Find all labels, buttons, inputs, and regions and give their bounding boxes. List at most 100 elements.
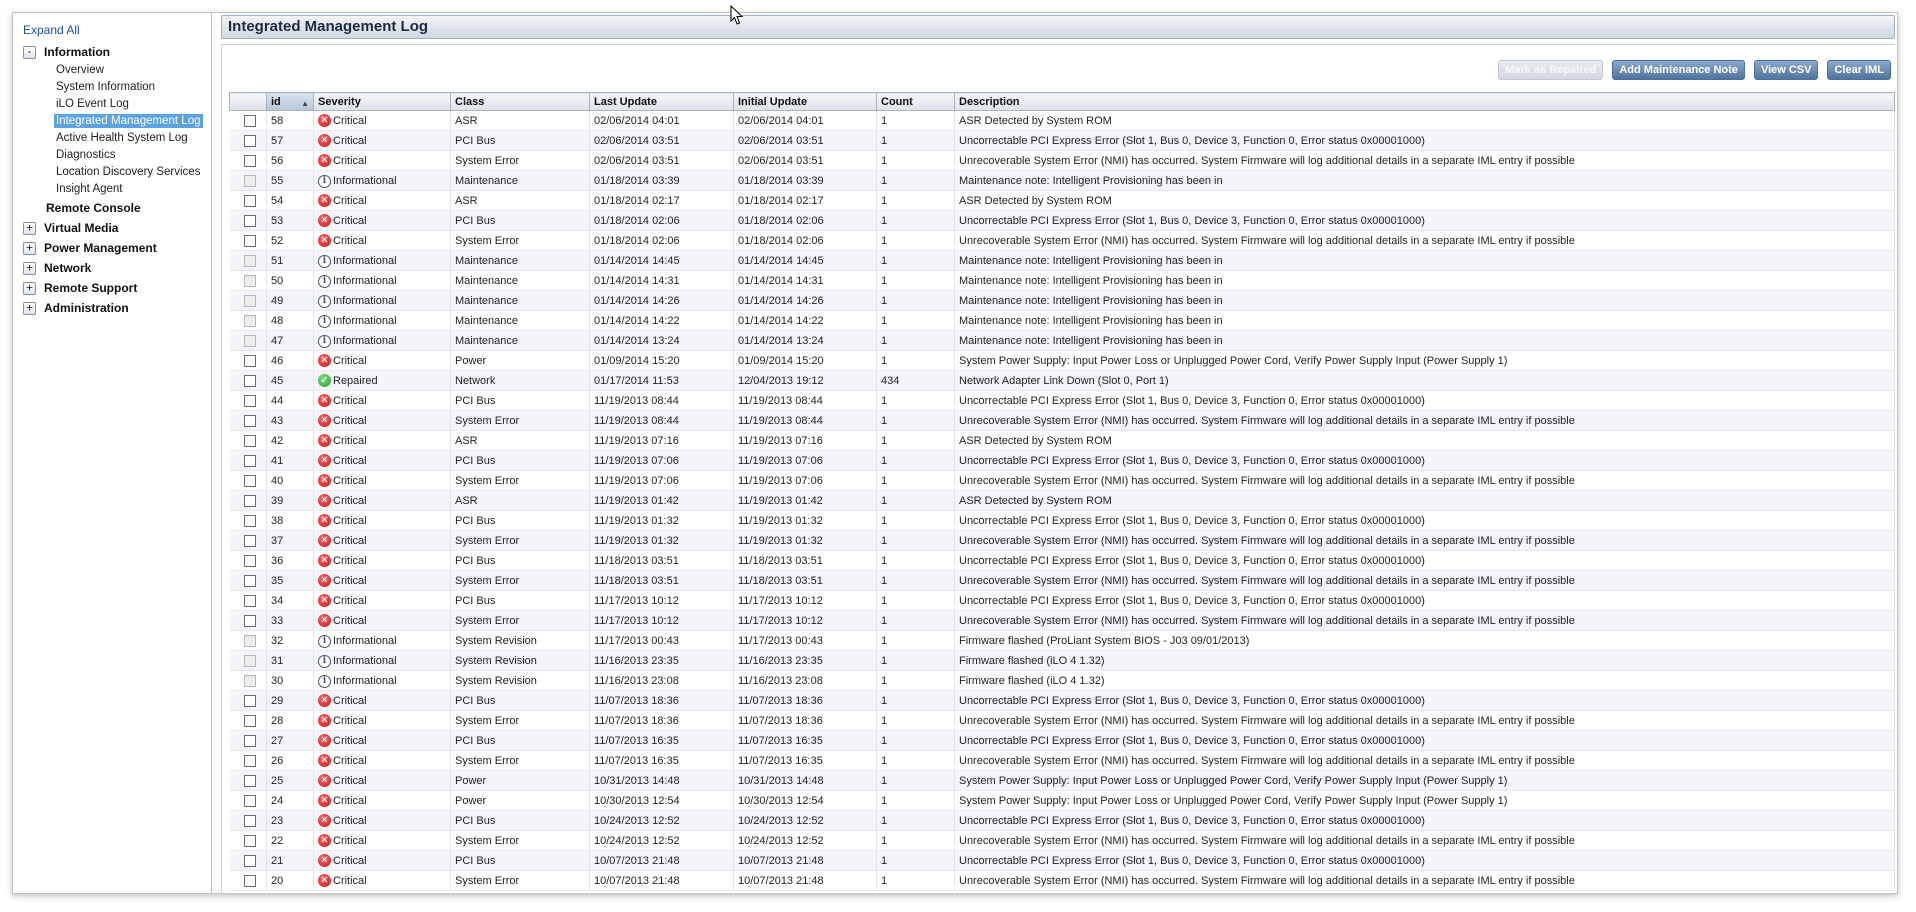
row-checkbox[interactable] bbox=[243, 554, 256, 567]
row-checkbox[interactable] bbox=[243, 574, 256, 587]
row-checkbox[interactable] bbox=[243, 114, 256, 127]
table-row[interactable]: 39 ✕ Critical ASR 11/19/2013 01:42 11/19/2013… bbox=[229, 490, 1895, 511]
row-checkbox[interactable] bbox=[243, 214, 256, 227]
row-checkbox[interactable] bbox=[243, 854, 256, 867]
row-checkbox[interactable] bbox=[243, 834, 256, 847]
row-checkbox[interactable] bbox=[243, 474, 256, 487]
column-header-id[interactable]: id ▲ bbox=[266, 92, 314, 111]
collapse-icon[interactable]: - bbox=[23, 45, 36, 59]
table-row[interactable]: 29 ✕ Critical PCI Bus 11/07/2013 18:36 11/07/… bbox=[229, 690, 1895, 711]
expand-icon[interactable]: + bbox=[23, 261, 36, 275]
table-row[interactable]: 44 ✕ Critical PCI Bus 11/19/2013 08:44 11/19/… bbox=[229, 390, 1895, 411]
table-row[interactable]: 42 ✕ Critical ASR 11/19/2013 07:16 11/19/2013… bbox=[229, 430, 1895, 451]
row-checkbox[interactable] bbox=[243, 374, 256, 387]
table-row[interactable]: 37 ✕ Critical System Error 11/19/2013 01:32 1… bbox=[229, 530, 1895, 551]
table-row[interactable]: 57 ✕ Critical PCI Bus 02/06/2014 03:51 02/06/… bbox=[229, 130, 1895, 151]
table-row[interactable]: 24 ✕ Critical Power 10/30/2013 12:54 10/30/20… bbox=[229, 790, 1895, 811]
nav-section-information[interactable]: - Information bbox=[13, 42, 211, 62]
table-row[interactable]: 20 ✕ Critical System Error 10/07/2013 21:48 1… bbox=[229, 870, 1895, 891]
sidebar-item-ilo-event-log[interactable]: iLO Event Log bbox=[13, 96, 211, 113]
sidebar-item-diagnostics[interactable]: Diagnostics bbox=[13, 147, 211, 164]
table-row[interactable]: 52 ✕ Critical System Error 01/18/2014 02:06 0… bbox=[229, 230, 1895, 251]
row-checkbox[interactable] bbox=[243, 734, 256, 747]
nav-section-virtual-media[interactable]: + Virtual Media bbox=[13, 218, 211, 238]
row-checkbox[interactable] bbox=[243, 454, 256, 467]
column-header-count[interactable]: Count bbox=[876, 92, 955, 111]
clear-iml-button[interactable]: Clear IML bbox=[1827, 60, 1891, 80]
table-row[interactable]: 22 ✕ Critical System Error 10/24/2013 12:52 1… bbox=[229, 830, 1895, 851]
row-checkbox[interactable] bbox=[243, 514, 256, 527]
row-checkbox[interactable] bbox=[243, 694, 256, 707]
table-row[interactable]: 25 ✕ Critical Power 10/31/2013 14:48 10/31/20… bbox=[229, 770, 1895, 791]
expand-all-link[interactable]: Expand All bbox=[23, 23, 211, 37]
expand-icon[interactable]: + bbox=[23, 281, 36, 295]
row-checkbox[interactable] bbox=[243, 794, 256, 807]
expand-icon[interactable]: + bbox=[23, 301, 36, 315]
table-row[interactable]: 21 ✕ Critical PCI Bus 10/07/2013 21:48 10/07/… bbox=[229, 850, 1895, 871]
table-row[interactable]: 31 i Informational System Revision 11/16/201… bbox=[229, 650, 1895, 671]
table-row[interactable]: 58 ✕ Critical ASR 02/06/2014 04:01 02/06/2014… bbox=[229, 110, 1895, 131]
column-header-last-update[interactable]: Last Update bbox=[589, 92, 734, 111]
table-row[interactable]: 40 ✕ Critical System Error 11/19/2013 07:06 1… bbox=[229, 470, 1895, 491]
sidebar-item-active-health-system-log[interactable]: Active Health System Log bbox=[13, 130, 211, 147]
row-checkbox[interactable] bbox=[243, 134, 256, 147]
table-row[interactable]: 23 ✕ Critical PCI Bus 10/24/2013 12:52 10/24/… bbox=[229, 810, 1895, 831]
table-row[interactable]: 56 ✕ Critical System Error 02/06/2014 03:51 0… bbox=[229, 150, 1895, 171]
nav-section-administration[interactable]: + Administration bbox=[13, 298, 211, 318]
sidebar-item-overview[interactable]: Overview bbox=[13, 62, 211, 79]
table-row[interactable]: 33 ✕ Critical System Error 11/17/2013 10:12 1… bbox=[229, 610, 1895, 631]
table-row[interactable]: 46 ✕ Critical Power 01/09/2014 15:20 01/09/20… bbox=[229, 350, 1895, 371]
table-row[interactable]: 36 ✕ Critical PCI Bus 11/18/2013 03:51 11/18/… bbox=[229, 550, 1895, 571]
table-row[interactable]: 55 i Informational Maintenance 01/18/2014 03… bbox=[229, 170, 1895, 191]
add-maintenance-note-button[interactable]: Add Maintenance Note bbox=[1612, 60, 1745, 80]
row-checkbox[interactable] bbox=[243, 534, 256, 547]
table-row[interactable]: 41 ✕ Critical PCI Bus 11/19/2013 07:06 11/19/… bbox=[229, 450, 1895, 471]
table-row[interactable]: 28 ✕ Critical System Error 11/07/2013 18:36 1… bbox=[229, 710, 1895, 731]
row-checkbox[interactable] bbox=[243, 614, 256, 627]
sidebar-item-system-information[interactable]: System Information bbox=[13, 79, 211, 96]
expand-icon[interactable]: + bbox=[23, 221, 36, 235]
sidebar-item-insight-agent[interactable]: Insight Agent bbox=[13, 181, 211, 198]
row-checkbox[interactable] bbox=[243, 594, 256, 607]
table-row[interactable]: 51 i Informational Maintenance 01/14/2014 14… bbox=[229, 250, 1895, 271]
table-row[interactable]: 49 i Informational Maintenance 01/14/2014 14… bbox=[229, 290, 1895, 311]
table-row[interactable]: 54 ✕ Critical ASR 01/18/2014 02:17 01/18/2014… bbox=[229, 190, 1895, 211]
table-row[interactable]: 43 ✕ Critical System Error 11/19/2013 08:44 1… bbox=[229, 410, 1895, 431]
table-row[interactable]: 45 ✓ Repaired Network 01/17/2014 11:53 12/04/… bbox=[229, 370, 1895, 391]
expand-icon[interactable]: + bbox=[23, 241, 36, 255]
table-row[interactable]: 38 ✕ Critical PCI Bus 11/19/2013 01:32 11/19/… bbox=[229, 510, 1895, 531]
column-header-initial-update[interactable]: Initial Update bbox=[733, 92, 877, 111]
table-row[interactable]: 47 i Informational Maintenance 01/14/2014 13… bbox=[229, 330, 1895, 351]
row-checkbox[interactable] bbox=[243, 354, 256, 367]
row-checkbox[interactable] bbox=[243, 774, 256, 787]
row-checkbox[interactable] bbox=[243, 394, 256, 407]
nav-section-power-management[interactable]: + Power Management bbox=[13, 238, 211, 258]
row-checkbox[interactable] bbox=[243, 754, 256, 767]
row-checkbox[interactable] bbox=[243, 494, 256, 507]
row-checkbox[interactable] bbox=[243, 874, 256, 887]
column-header-class[interactable]: Class bbox=[450, 92, 590, 111]
column-header-severity[interactable]: Severity bbox=[313, 92, 451, 111]
table-row[interactable]: 48 i Informational Maintenance 01/14/2014 14… bbox=[229, 310, 1895, 331]
row-checkbox[interactable] bbox=[243, 714, 256, 727]
table-row[interactable]: 34 ✕ Critical PCI Bus 11/17/2013 10:12 11/17/… bbox=[229, 590, 1895, 611]
table-row[interactable]: 30 i Informational System Revision 11/16/201… bbox=[229, 670, 1895, 691]
row-checkbox[interactable] bbox=[243, 414, 256, 427]
table-row[interactable]: 35 ✕ Critical System Error 11/18/2013 03:51 1… bbox=[229, 570, 1895, 591]
table-row[interactable]: 32 i Informational System Revision 11/17/201… bbox=[229, 630, 1895, 651]
nav-section-remote-support[interactable]: + Remote Support bbox=[13, 278, 211, 298]
table-row[interactable]: 50 i Informational Maintenance 01/14/2014 14… bbox=[229, 270, 1895, 291]
row-checkbox[interactable] bbox=[243, 194, 256, 207]
row-checkbox[interactable] bbox=[243, 434, 256, 447]
row-checkbox[interactable] bbox=[243, 814, 256, 827]
table-row[interactable]: 27 ✕ Critical PCI Bus 11/07/2013 16:35 11/07/… bbox=[229, 730, 1895, 751]
sidebar-item-remote-console[interactable]: Remote Console bbox=[13, 198, 211, 218]
sidebar-item-integrated-management-log[interactable]: Integrated Management Log bbox=[13, 113, 211, 130]
view-csv-button[interactable]: View CSV bbox=[1753, 60, 1819, 80]
sidebar-item-location-discovery-services[interactable]: Location Discovery Services bbox=[13, 164, 211, 181]
row-checkbox[interactable] bbox=[243, 234, 256, 247]
table-row[interactable]: 53 ✕ Critical PCI Bus 01/18/2014 02:06 01/18/… bbox=[229, 210, 1895, 231]
row-checkbox[interactable] bbox=[243, 154, 256, 167]
mark-as-repaired-button[interactable]: Mark as Repaired bbox=[1498, 60, 1604, 80]
nav-section-network[interactable]: + Network bbox=[13, 258, 211, 278]
